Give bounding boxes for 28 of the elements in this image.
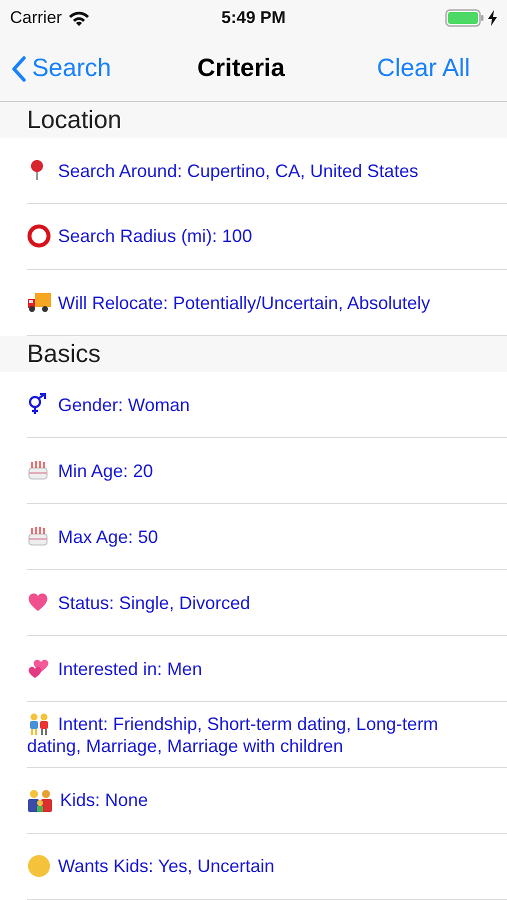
charging-bolt-icon	[488, 10, 497, 26]
criteria-item[interactable]: Status: Single, Divorced	[27, 592, 487, 614]
chevron-left-icon	[12, 56, 26, 82]
cake-icon	[27, 524, 49, 546]
battery-icon	[445, 9, 485, 27]
carrier-label: Carrier	[10, 8, 62, 28]
criteria-item[interactable]: Search Around: Cupertino, CA, United States	[27, 160, 487, 182]
cake-icon	[27, 458, 49, 480]
criteria-item[interactable]: Max Age: 50	[27, 526, 487, 548]
wifi-icon	[68, 10, 90, 26]
criteria-item[interactable]: Min Age: 20	[27, 460, 487, 482]
criteria-item[interactable]: Kids: None	[27, 789, 487, 811]
couple-icon	[27, 712, 51, 736]
criteria-item[interactable]: Intent: Friendship, Short-term dating, Long-term dating, Marriage, Marriage with children	[27, 712, 487, 756]
criteria-item[interactable]: Will Relocate: Potentially/Uncertain, Absolutely	[27, 292, 487, 314]
clock-time: 5:49 PM	[221, 8, 286, 28]
family-icon	[27, 788, 53, 812]
section-header: Basics	[27, 340, 101, 368]
screen-title: Criteria	[197, 54, 285, 83]
criteria-item[interactable]: Search Radius (mi): 100	[27, 225, 487, 247]
criteria-item[interactable]: Interested in: Men	[27, 658, 487, 680]
section-header: Location	[27, 106, 122, 134]
gender-symbol-icon	[27, 392, 49, 414]
criteria-item[interactable]: Gender: Woman	[27, 394, 487, 416]
truck-icon	[27, 290, 51, 312]
criteria-item[interactable]: Wants Kids: Yes, Uncertain	[27, 855, 487, 877]
ring-icon	[27, 224, 51, 248]
heart-icon	[27, 590, 49, 612]
